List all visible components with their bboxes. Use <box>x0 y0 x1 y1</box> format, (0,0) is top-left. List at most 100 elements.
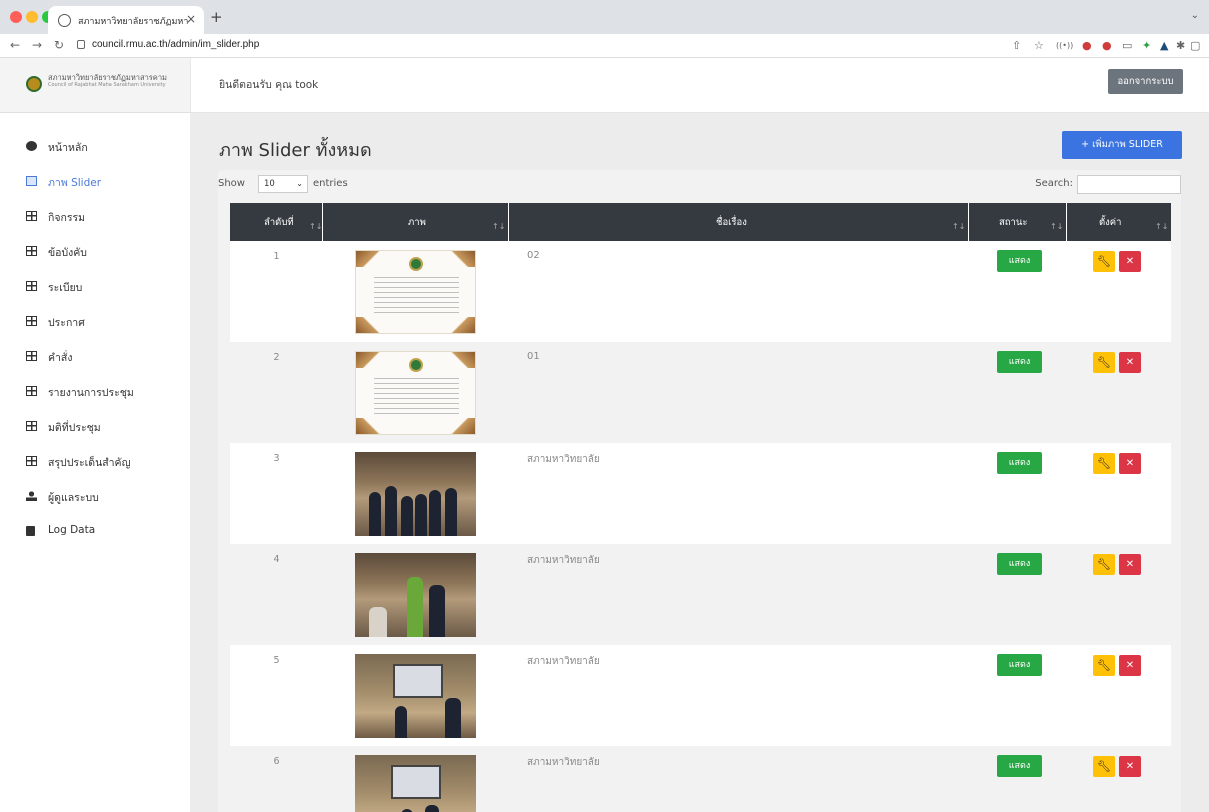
delete-x-icon[interactable]: ✕ <box>1119 453 1141 474</box>
sidebar-item-label: หน้าหลัก <box>48 142 88 154</box>
share-icon[interactable]: ⇧ <box>1012 39 1021 52</box>
person-figure <box>445 488 457 536</box>
sidebar-item-key-points[interactable]: สรุปประเด็นสำคัญ <box>26 453 186 471</box>
column-header-status[interactable]: สถานะ ↑↓ <box>969 203 1067 241</box>
table-icon <box>26 421 37 431</box>
wrench-icon[interactable]: 🔧︎ <box>1093 554 1115 575</box>
entries-select[interactable]: 10 ⌄ <box>258 175 308 193</box>
slider-thumbnail[interactable] <box>355 755 476 812</box>
brand-subtitle: Council of Rajabhat Maha Sarakham Univer… <box>48 82 166 88</box>
sidebar-item-label: ผู้ดูแลระบบ <box>48 492 99 504</box>
status-button[interactable]: แสดง <box>997 250 1042 272</box>
ornament-corner <box>356 352 384 368</box>
sidebar-item-activities[interactable]: กิจกรรม <box>26 208 186 226</box>
search-input[interactable] <box>1077 175 1181 194</box>
status-button[interactable]: แสดง <box>997 452 1042 474</box>
sort-icon: ↑↓ <box>309 222 323 231</box>
sidepanel-icon[interactable]: ▢ <box>1190 39 1200 52</box>
wrench-icon[interactable]: 🔧︎ <box>1093 352 1115 373</box>
row-number: 4 <box>273 554 280 565</box>
extension-red-icon[interactable]: ● <box>1082 39 1092 52</box>
extension-icon[interactable]: ▭ <box>1122 39 1132 52</box>
sidebar-item-log-data[interactable]: Log Data <box>26 523 186 541</box>
person-figure <box>385 486 397 536</box>
column-header-settings[interactable]: ตั้งค่า ↑↓ <box>1067 203 1171 241</box>
window-minimize-control[interactable] <box>26 11 38 23</box>
sort-icon: ↑↓ <box>952 222 966 231</box>
sidebar-item-label: Log Data <box>48 524 96 536</box>
slider-thumbnail[interactable] <box>355 654 476 738</box>
cast-icon[interactable]: ((•)) <box>1056 41 1073 50</box>
logout-button[interactable]: ออกจากระบบ <box>1108 69 1183 94</box>
table-header: ลำดับที่ ↑↓ ภาพ ↑↓ ชื่อเรื่อง ↑↓ สถานะ ↑… <box>230 203 1171 241</box>
delete-x-icon[interactable]: ✕ <box>1119 352 1141 373</box>
row-number: 6 <box>273 756 280 767</box>
sidebar-item-label: ภาพ Slider <box>48 177 102 189</box>
sidebar-item-regulations[interactable]: ข้อบังคับ <box>26 243 186 261</box>
reload-icon[interactable]: ↻ <box>54 38 64 52</box>
row-title: สภามหาวิทยาลัย <box>527 656 600 667</box>
forward-arrow-icon[interactable]: → <box>32 38 42 52</box>
bookmark-star-icon[interactable]: ☆ <box>1034 39 1044 52</box>
sidebar-item-home[interactable]: หน้าหลัก <box>26 138 186 156</box>
sidebar-item-announcements[interactable]: ประกาศ <box>26 313 186 331</box>
delete-x-icon[interactable]: ✕ <box>1119 655 1141 676</box>
table-row: 1 02 แสดง 🔧︎ ✕ <box>230 241 1171 342</box>
window-close-control[interactable] <box>10 11 22 23</box>
delete-x-icon[interactable]: ✕ <box>1119 251 1141 272</box>
sidebar-item-label: มติที่ประชุม <box>48 422 101 434</box>
browser-tab-bar: สภามหาวิทยาลัยราชภัฏมหาสารคาม × + ⌄ <box>0 0 1209 34</box>
projector-screen <box>393 664 443 698</box>
add-slider-button[interactable]: + เพิ่มภาพ SLIDER <box>1062 131 1182 159</box>
slider-thumbnail[interactable] <box>355 553 476 637</box>
column-header-order[interactable]: ลำดับที่ ↑↓ <box>230 203 323 241</box>
wrench-icon[interactable]: 🔧︎ <box>1093 453 1115 474</box>
main-content: ภาพ Slider ทั้งหมด + เพิ่มภาพ SLIDER Sho… <box>191 113 1209 812</box>
table-icon <box>26 456 37 466</box>
status-button[interactable]: แสดง <box>997 755 1042 777</box>
slider-thumbnail[interactable] <box>355 452 476 536</box>
puzzle-icon[interactable]: ✱ <box>1176 39 1185 52</box>
wrench-icon[interactable]: 🔧︎ <box>1093 655 1115 676</box>
sort-icon: ↑↓ <box>1050 222 1064 231</box>
back-arrow-icon[interactable]: ← <box>10 38 20 52</box>
extension-cap-icon[interactable]: ▲ <box>1160 39 1168 52</box>
wrench-icon[interactable]: 🔧︎ <box>1093 756 1115 777</box>
sidebar-item-slider[interactable]: ภาพ Slider <box>26 173 186 191</box>
wrench-icon[interactable]: 🔧︎ <box>1093 251 1115 272</box>
entries-value: 10 <box>264 179 275 189</box>
url-field[interactable]: council.rmu.ac.th/admin/im_slider.php <box>92 39 259 50</box>
row-title: สภามหาวิทยาลัย <box>527 757 600 768</box>
delete-x-icon[interactable]: ✕ <box>1119 756 1141 777</box>
address-bar: ← → ↻ council.rmu.ac.th/admin/im_slider.… <box>0 34 1209 58</box>
person-figure <box>415 494 427 536</box>
sidebar-item-rules[interactable]: ระเบียบ <box>26 278 186 296</box>
status-button[interactable]: แสดง <box>997 351 1042 373</box>
slider-table-card: Show 10 ⌄ entries Search: ลำดับที่ ↑↓ ภา… <box>218 170 1181 812</box>
status-button[interactable]: แสดง <box>997 654 1042 676</box>
tab-close-icon[interactable]: × <box>186 12 196 26</box>
brand-title: สภามหาวิทยาลัยราชภัฏมหาสารคาม <box>48 73 167 82</box>
certificate-text <box>374 277 459 317</box>
column-header-image[interactable]: ภาพ ↑↓ <box>323 203 509 241</box>
brand-name: สภามหาวิทยาลัยราชภัฏมหาสารคาม Council of… <box>48 73 167 88</box>
sidebar-item-resolutions[interactable]: มติที่ประชุม <box>26 418 186 436</box>
page-title: ภาพ Slider ทั้งหมด <box>219 140 372 161</box>
delete-x-icon[interactable]: ✕ <box>1119 554 1141 575</box>
table-icon <box>26 351 37 361</box>
row-title: สภามหาวิทยาลัย <box>527 555 600 566</box>
sidebar-item-meeting-reports[interactable]: รายงานการประชุม <box>26 383 186 401</box>
sort-icon: ↑↓ <box>1155 222 1169 231</box>
new-tab-button[interactable]: + <box>210 8 223 26</box>
column-header-title[interactable]: ชื่อเรื่อง ↑↓ <box>509 203 969 241</box>
browser-tab[interactable]: สภามหาวิทยาลัยราชภัฏมหาสารคาม × <box>48 6 204 34</box>
slider-thumbnail[interactable] <box>355 250 476 334</box>
sidebar-item-admins[interactable]: ผู้ดูแลระบบ <box>26 488 186 506</box>
ornament-corner <box>356 418 384 434</box>
adblock-icon[interactable]: ● <box>1102 39 1112 52</box>
extension-green-icon[interactable]: ✦ <box>1142 39 1151 52</box>
slider-thumbnail[interactable] <box>355 351 476 435</box>
tab-list-chevron-icon[interactable]: ⌄ <box>1191 10 1199 21</box>
status-button[interactable]: แสดง <box>997 553 1042 575</box>
sidebar-item-orders[interactable]: คำสั่ง <box>26 348 186 366</box>
